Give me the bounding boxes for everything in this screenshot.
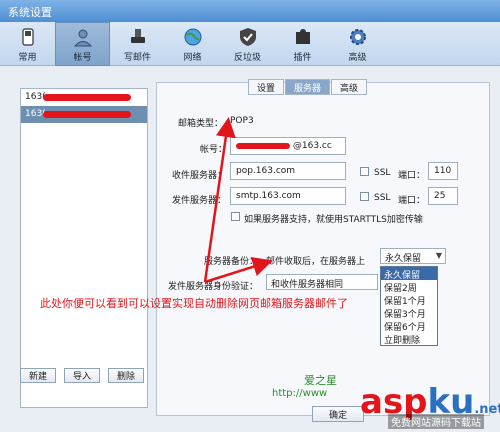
auth-select[interactable]: 和收件服务器相同 xyxy=(266,274,378,290)
incoming-server-label: 收件服务器： xyxy=(172,171,227,181)
backup-option[interactable]: 保留3个月 xyxy=(381,306,437,320)
stamp-icon xyxy=(130,28,145,43)
starttls-checkbox[interactable] xyxy=(231,212,240,221)
backup-option[interactable]: 保留1个月 xyxy=(381,293,437,307)
incoming-ssl-label: SSL xyxy=(374,168,391,178)
backup-option[interactable]: 永久保留 xyxy=(381,267,437,281)
auth-label: 发件服务器身份验证： xyxy=(168,282,259,292)
globe-icon xyxy=(184,28,201,45)
incoming-port-label: 端口： xyxy=(398,171,426,181)
tool-plugins[interactable]: 插件 xyxy=(275,22,330,66)
outgoing-ssl-checkbox[interactable] xyxy=(360,192,369,201)
account-field[interactable]: @163.cc xyxy=(230,137,346,155)
incoming-server-field[interactable]: pop.163.com xyxy=(230,162,346,180)
incoming-port-field[interactable]: 110 xyxy=(428,162,458,180)
account-buttons: 新建 导入 删除 xyxy=(20,368,144,383)
redaction-mark xyxy=(43,94,131,101)
tool-network[interactable]: 网络 xyxy=(165,22,220,66)
gear-icon xyxy=(349,28,366,45)
tab-settings[interactable]: 设置 xyxy=(248,79,285,95)
account-label: 帐号： xyxy=(200,145,228,155)
tool-account[interactable]: 帐号 xyxy=(55,22,110,66)
mail-type-value: POP3 xyxy=(230,116,254,126)
backup-option[interactable]: 保留6个月 xyxy=(381,319,437,333)
annotation-note: 此处你便可以看到可以设置实现自动删除网页邮箱服务器邮件了 xyxy=(40,297,348,310)
chevron-down-icon: ▼ xyxy=(435,251,442,260)
account-item-selected[interactable]: 163( xyxy=(21,106,147,123)
starttls-label: 如果服务器支持，就使用STARTTLS加密传输 xyxy=(244,215,423,225)
import-button[interactable]: 导入 xyxy=(64,368,100,383)
watermark-url: http://www xyxy=(272,388,328,399)
toolbar: 常用 帐号 写邮件 网络 反垃圾 插件 高级 xyxy=(0,22,500,66)
tab-advanced[interactable]: 高级 xyxy=(331,79,368,95)
backup-label: 服务器备份： xyxy=(204,257,259,267)
settings-tabs: 设置 服务器 高级 xyxy=(248,79,368,95)
outgoing-port-label: 端口： xyxy=(398,196,426,206)
redaction-mark xyxy=(43,111,131,118)
outgoing-server-label: 发件服务器： xyxy=(172,196,227,206)
tool-advanced[interactable]: 高级 xyxy=(330,22,385,66)
mail-type-label: 邮箱类型： xyxy=(178,119,224,129)
tool-compose[interactable]: 写邮件 xyxy=(110,22,165,66)
redaction-mark xyxy=(236,142,290,149)
delete-account-button[interactable]: 删除 xyxy=(108,368,144,383)
backup-option[interactable]: 立即删除 xyxy=(381,332,437,346)
user-icon xyxy=(73,29,92,46)
outgoing-port-field[interactable]: 25 xyxy=(428,187,458,205)
backup-select[interactable]: 永久保留 ▼ xyxy=(380,248,446,264)
outgoing-ssl-label: SSL xyxy=(374,193,391,203)
tool-common[interactable]: 常用 xyxy=(0,22,55,66)
watermark-site-name: 爱之星 xyxy=(304,374,337,387)
new-account-button[interactable]: 新建 xyxy=(20,368,56,383)
outgoing-server-field[interactable]: smtp.163.com xyxy=(230,187,346,205)
ok-button[interactable]: 确定 xyxy=(312,406,364,422)
puzzle-icon xyxy=(295,28,310,44)
backup-dropdown-menu: 永久保留 保留2周 保留1个月 保留3个月 保留6个月 立即删除 xyxy=(380,266,438,346)
watermark-caption: 免费网站源码下载站 xyxy=(388,414,484,429)
backup-description: 邮件收取后，在服务器上 xyxy=(266,257,366,267)
tab-server[interactable]: 服务器 xyxy=(285,79,331,95)
phone-icon xyxy=(21,27,34,46)
incoming-ssl-checkbox[interactable] xyxy=(360,167,369,176)
shield-icon xyxy=(239,27,256,46)
account-list[interactable]: 163( 163( xyxy=(20,88,148,408)
account-item[interactable]: 163( xyxy=(21,89,147,106)
tool-antispam[interactable]: 反垃圾 xyxy=(220,22,275,66)
window-title: 系统设置 xyxy=(0,0,500,22)
backup-option[interactable]: 保留2周 xyxy=(381,280,437,294)
